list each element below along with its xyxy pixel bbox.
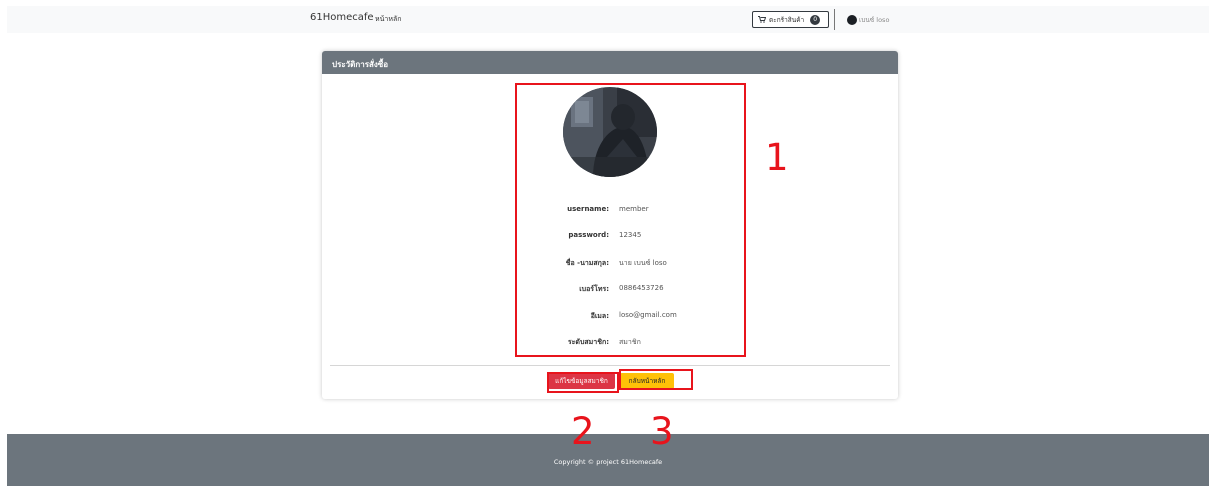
annotation-box-3 bbox=[619, 369, 693, 390]
nav-link-home[interactable]: หน้าหลัก bbox=[375, 14, 401, 25]
annotation-number-1: 1 bbox=[765, 136, 789, 179]
card-header: ประวัติการสั่งซื้อ bbox=[322, 51, 898, 74]
user-avatar-icon[interactable] bbox=[847, 15, 857, 25]
cart-button[interactable]: ตะกร้าสินค้า 0 bbox=[752, 11, 829, 28]
cart-label: ตะกร้าสินค้า bbox=[769, 15, 805, 24]
shopping-cart-icon bbox=[758, 16, 766, 23]
card-divider bbox=[330, 365, 890, 366]
annotation-number-2: 2 bbox=[571, 410, 595, 453]
page-footer: Copyright © project 61Homecafe bbox=[7, 434, 1209, 486]
top-navbar: 61Homecafe หน้าหลัก ตะกร้าสินค้า 0 เบนซ์… bbox=[7, 6, 1209, 33]
nav-divider bbox=[834, 9, 835, 30]
annotation-box-2 bbox=[547, 372, 619, 393]
card-title: ประวัติการสั่งซื้อ bbox=[332, 60, 389, 69]
annotation-number-3: 3 bbox=[650, 410, 674, 453]
annotation-box-1 bbox=[515, 83, 746, 357]
footer-copyright: Copyright © project 61Homecafe bbox=[553, 458, 663, 466]
cart-count-badge: 0 bbox=[810, 14, 821, 25]
brand-logo[interactable]: 61Homecafe bbox=[310, 12, 374, 23]
user-menu-name[interactable]: เบนซ์ loso bbox=[859, 15, 889, 25]
